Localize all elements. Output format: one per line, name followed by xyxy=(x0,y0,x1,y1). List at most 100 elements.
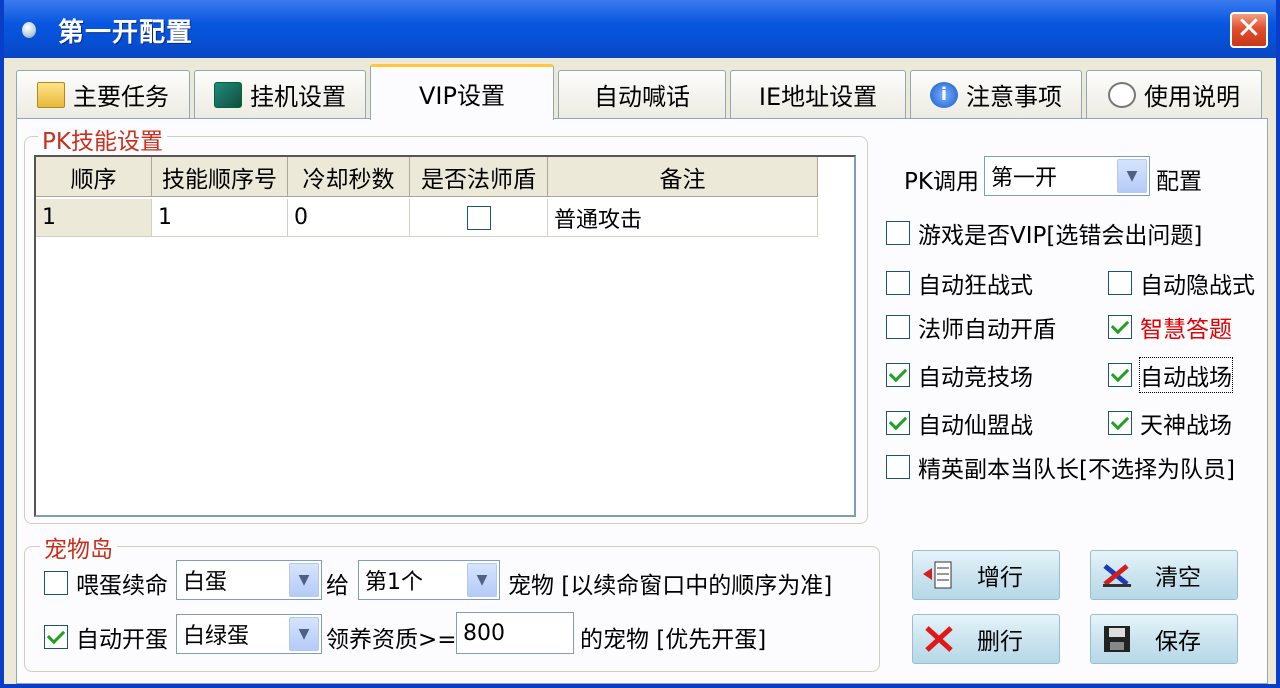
opt-auto-stealth[interactable]: 自动隐战式 xyxy=(1108,266,1255,300)
checkbox[interactable] xyxy=(886,271,910,295)
button-label: 清空 xyxy=(1155,565,1201,591)
tab-label: 注意事项 xyxy=(966,83,1062,111)
tab-idle-settings[interactable]: 挂机设置 xyxy=(194,70,366,118)
opt-auto-alliance[interactable]: 自动仙盟战 xyxy=(886,406,1033,440)
folder-icon xyxy=(37,81,65,108)
opt-auto-battlefield[interactable]: 自动战场 xyxy=(1108,357,1233,393)
floppy-disk-icon xyxy=(1101,624,1133,654)
chevron-down-icon[interactable]: ▼ xyxy=(1117,159,1147,193)
hatch-suffix: 的宠物 [优先开蛋] xyxy=(580,627,767,653)
opt-auto-berserk[interactable]: 自动狂战式 xyxy=(886,266,1033,300)
cell-note[interactable]: 普通攻击 xyxy=(548,199,818,237)
table-row[interactable]: 1 1 0 普通攻击 xyxy=(36,199,818,237)
col-order[interactable]: 顺序 xyxy=(36,157,152,197)
quality-input[interactable]: 800 xyxy=(456,612,574,654)
chevron-down-icon[interactable]: ▼ xyxy=(467,563,497,597)
opt-mage-shield[interactable]: 法师自动开盾 xyxy=(886,310,1056,344)
pk-config-select[interactable]: 第一开 ▼ xyxy=(984,156,1150,196)
opt-label: 自动战场 xyxy=(1139,357,1233,393)
checkbox[interactable] xyxy=(886,221,910,245)
opt-auto-arena[interactable]: 自动竞技场 xyxy=(886,358,1033,392)
checkbox[interactable] xyxy=(1108,363,1132,387)
tab-label: 主要任务 xyxy=(73,83,169,111)
opt-label: 法师自动开盾 xyxy=(918,317,1056,343)
quality-label: 领养资质>= xyxy=(326,627,457,653)
tab-label: 挂机设置 xyxy=(250,83,346,111)
tab-auto-shout[interactable]: 自动喊话 xyxy=(558,70,726,118)
button-label: 保存 xyxy=(1155,629,1201,655)
opt-label: 自动仙盟战 xyxy=(918,413,1033,439)
tab-label: 使用说明 xyxy=(1144,83,1240,111)
clear-icon xyxy=(1101,560,1133,590)
table-header: 顺序 技能顺序号 冷却秒数 是否法师盾 备注 xyxy=(36,157,818,197)
mage-shield-checkbox[interactable] xyxy=(466,205,491,230)
opt-label: 自动竞技场 xyxy=(918,365,1033,391)
close-icon: ✕ xyxy=(1236,11,1262,46)
chevron-down-icon[interactable]: ▼ xyxy=(289,563,319,597)
chevron-down-icon[interactable]: ▼ xyxy=(289,617,319,651)
select-value: 白绿蛋 xyxy=(183,624,250,649)
opt-label: 精英副本当队长[不选择为队员] xyxy=(918,457,1235,483)
col-note[interactable]: 备注 xyxy=(548,157,818,197)
button-label: 删行 xyxy=(977,629,1023,655)
app-icon xyxy=(22,22,36,38)
opt-god-battlefield[interactable]: 天神战场 xyxy=(1108,406,1232,440)
button-label: 增行 xyxy=(977,565,1023,591)
opt-label: 天神战场 xyxy=(1140,413,1232,439)
pk-call-label: PK调用 xyxy=(904,169,979,195)
chat-icon xyxy=(1108,81,1136,108)
plugin-icon xyxy=(214,81,242,108)
window-title: 第一开配置 xyxy=(58,18,194,48)
cell-mage-shield xyxy=(410,199,548,237)
checkbox[interactable] xyxy=(1108,411,1132,435)
cell-order[interactable]: 1 xyxy=(36,199,152,237)
tab-instructions[interactable]: 使用说明 xyxy=(1086,70,1262,118)
pk-select-value: 第一开 xyxy=(991,166,1058,191)
pk-config-suffix: 配置 xyxy=(1156,169,1202,195)
checkbox[interactable] xyxy=(886,363,910,387)
hatch-egg-select[interactable]: 白绿蛋 ▼ xyxy=(176,614,322,654)
opt-elite-leader[interactable]: 精英副本当队长[不选择为队员] xyxy=(886,450,1235,484)
checkbox[interactable] xyxy=(1108,271,1132,295)
tab-vip-settings[interactable]: VIP设置 xyxy=(370,64,554,120)
tab-label: 自动喊话 xyxy=(594,83,690,111)
clear-button[interactable]: 清空 xyxy=(1090,550,1238,600)
checkbox[interactable] xyxy=(886,411,910,435)
checkbox[interactable] xyxy=(886,455,910,479)
opt-wisdom-quiz[interactable]: 智慧答题 xyxy=(1108,310,1232,344)
col-cooldown[interactable]: 冷却秒数 xyxy=(288,157,410,197)
save-button[interactable]: 保存 xyxy=(1090,614,1238,664)
delete-row-button[interactable]: 删行 xyxy=(912,614,1060,664)
opt-label: 自动隐战式 xyxy=(1140,273,1255,299)
tab-label: VIP设置 xyxy=(419,82,505,110)
config-window: 第一开配置 ✕ 主要任务 挂机设置 VIP设置 自动喊话 IE地址设置 i 注意… xyxy=(0,0,1280,688)
opt-label: 自动开蛋 xyxy=(76,627,168,653)
skill-table[interactable]: 顺序 技能顺序号 冷却秒数 是否法师盾 备注 1 1 0 普通攻击 xyxy=(34,155,856,517)
checkbox[interactable] xyxy=(44,625,68,649)
checkbox[interactable] xyxy=(1108,315,1132,339)
feed-egg-select[interactable]: 白蛋 ▼ xyxy=(176,560,322,600)
tab-label: IE地址设置 xyxy=(758,83,878,111)
opt-label: 智慧答题 xyxy=(1140,317,1232,343)
tab-main-tasks[interactable]: 主要任务 xyxy=(16,70,190,118)
opt-label: 自动狂战式 xyxy=(918,273,1033,299)
checkbox[interactable] xyxy=(44,571,68,595)
tab-ie-address[interactable]: IE地址设置 xyxy=(730,70,906,118)
add-row-icon xyxy=(923,560,955,590)
opt-label: 游戏是否VIP[选错会出问题] xyxy=(918,223,1203,249)
opt-label: 喂蛋续命 xyxy=(76,573,168,599)
tab-notes[interactable]: i 注意事项 xyxy=(910,70,1082,118)
pet-index-select[interactable]: 第1个 ▼ xyxy=(358,560,500,600)
col-mage-shield[interactable]: 是否法师盾 xyxy=(410,157,548,197)
opt-auto-hatch[interactable]: 自动开蛋 xyxy=(44,620,168,654)
delete-icon xyxy=(923,624,955,654)
col-skill-no[interactable]: 技能顺序号 xyxy=(152,157,288,197)
close-button[interactable]: ✕ xyxy=(1230,12,1268,48)
title-bar[interactable]: 第一开配置 ✕ xyxy=(4,0,1276,58)
checkbox[interactable] xyxy=(886,315,910,339)
opt-feed-egg[interactable]: 喂蛋续命 xyxy=(44,566,168,600)
add-row-button[interactable]: 增行 xyxy=(912,550,1060,600)
opt-game-vip[interactable]: 游戏是否VIP[选错会出问题] xyxy=(886,216,1202,250)
cell-skill-no[interactable]: 1 xyxy=(152,199,288,237)
cell-cooldown[interactable]: 0 xyxy=(288,199,410,237)
